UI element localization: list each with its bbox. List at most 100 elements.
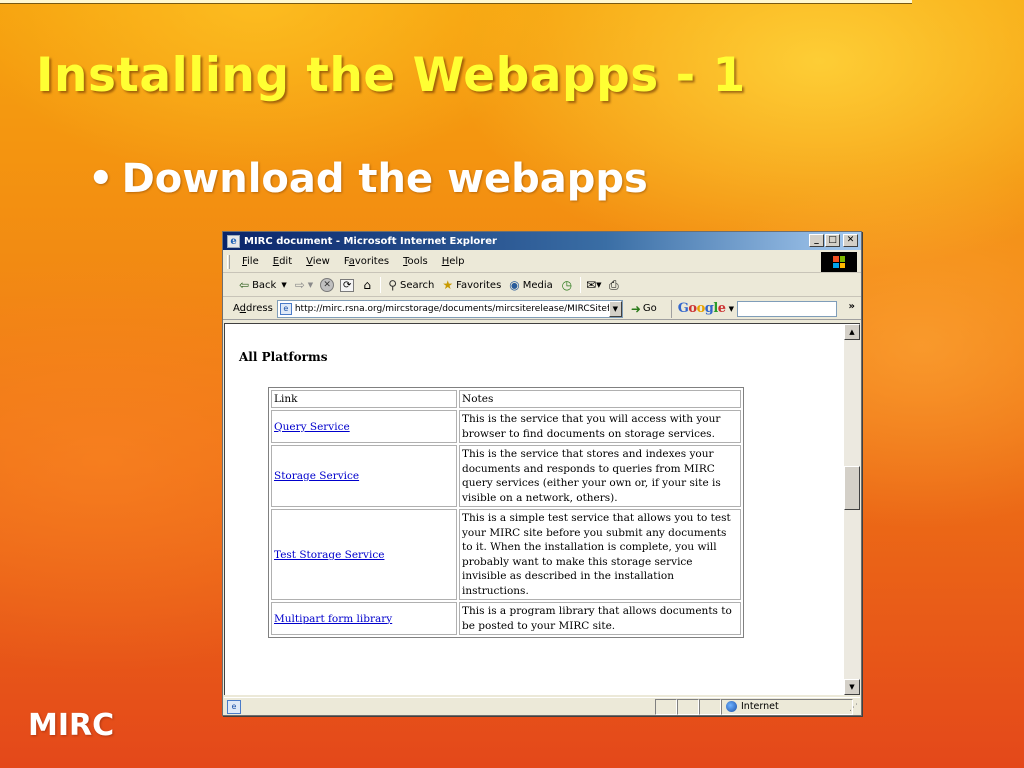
notes-cell: This is a simple test service that allow…	[459, 509, 741, 601]
menu-tools[interactable]: Tools	[396, 256, 435, 267]
link-cell: Storage Service	[271, 445, 457, 508]
google-toolbar: Google ▼	[670, 299, 837, 318]
close-button[interactable]: ✕	[843, 234, 858, 247]
scroll-down-button[interactable]: ▼	[844, 679, 860, 695]
back-button[interactable]: ⇦ Back ▼	[235, 275, 291, 295]
search-button[interactable]: ⚲ Search	[384, 275, 438, 295]
toolbar-overflow-chevron-icon[interactable]: »	[849, 301, 855, 312]
back-arrow-icon: ⇦	[239, 278, 250, 292]
test-storage-service-link[interactable]: Test Storage Service	[274, 549, 384, 561]
address-label: Address	[233, 303, 273, 314]
toolbar-separator	[380, 277, 382, 293]
column-header-link: Link	[271, 390, 457, 409]
status-pane	[655, 698, 677, 715]
menu-favorites[interactable]: Favorites	[337, 256, 396, 267]
standard-toolbar: ⇦ Back ▼ ⇨ ▼ ✕ ⟳ ⌂ ⚲ Search ★ Favorites …	[223, 274, 861, 297]
google-dropdown-icon[interactable]: ▼	[729, 305, 734, 313]
mail-icon: ✉	[586, 278, 597, 292]
link-cell: Multipart form library	[271, 602, 457, 636]
status-pane	[677, 698, 699, 715]
back-label: Back	[252, 279, 277, 291]
status-page-icon: e	[227, 699, 241, 714]
mail-dropdown-icon: ▼	[596, 281, 602, 289]
menu-view[interactable]: View	[299, 256, 337, 267]
table-row: Storage Service This is the service that…	[271, 445, 741, 508]
google-search-input[interactable]	[736, 300, 837, 317]
menu-help[interactable]: Help	[435, 256, 472, 267]
query-service-link[interactable]: Query Service	[274, 421, 350, 433]
vertical-scrollbar[interactable]: ▲ ▼	[844, 324, 860, 695]
security-zone-label: Internet	[741, 701, 779, 712]
media-icon: ◉	[509, 278, 520, 292]
storage-service-link[interactable]: Storage Service	[274, 470, 359, 482]
google-logo[interactable]: Google	[678, 301, 726, 316]
print-icon: ⎙	[609, 277, 619, 292]
slide-title: Installing the Webapps - 1	[36, 48, 746, 103]
page-icon: e	[279, 302, 292, 315]
close-icon: ✕	[846, 235, 855, 245]
ie-logo-icon[interactable]: e	[227, 234, 240, 248]
multipart-form-library-link[interactable]: Multipart form library	[274, 613, 392, 625]
address-input[interactable]: e http://mirc.rsna.org/mircstorage/docum…	[276, 299, 623, 318]
status-bar: e Internet ⋰	[224, 697, 860, 715]
bullet-item: • Download the webapps	[88, 156, 648, 202]
toolbar-separator	[579, 277, 581, 293]
stop-button[interactable]: ✕	[318, 276, 336, 294]
throbber	[821, 252, 857, 272]
forward-arrow-icon: ⇨	[294, 278, 305, 292]
mail-button[interactable]: ✉ ▼	[585, 276, 603, 294]
slide-top-line	[0, 0, 912, 4]
footer-brand: MIRC	[28, 708, 115, 743]
windows-logo-icon	[833, 256, 845, 268]
history-icon: ◷	[561, 278, 573, 292]
notes-cell: This is the service that you will access…	[459, 410, 741, 444]
minimize-button[interactable]: _	[809, 234, 824, 247]
menu-bar: File Edit View Favorites Tools Help	[223, 251, 861, 273]
media-label: Media	[522, 279, 553, 291]
table-header-row: Link Notes	[271, 390, 741, 409]
menu-file[interactable]: File	[235, 256, 266, 267]
table-row: Multipart form library This is a program…	[271, 602, 741, 636]
menu-edit[interactable]: Edit	[266, 256, 299, 267]
refresh-icon: ⟳	[339, 278, 355, 292]
scroll-down-arrow-icon: ▼	[849, 683, 855, 691]
history-button[interactable]: ◷	[558, 276, 576, 294]
window-controls: _ □ ✕	[809, 234, 858, 247]
go-arrow-icon: ➜	[630, 301, 641, 316]
scroll-thumb[interactable]	[844, 466, 860, 510]
address-dropdown-icon[interactable]: ▼	[608, 300, 622, 317]
go-label: Go	[642, 303, 657, 314]
toolbar-grip[interactable]	[227, 255, 230, 269]
notes-cell: This is a program library that allows do…	[459, 602, 741, 636]
home-button[interactable]: ⌂	[358, 276, 376, 294]
home-icon: ⌂	[363, 278, 371, 292]
print-button[interactable]: ⎙	[605, 276, 623, 294]
minimize-icon: _	[814, 235, 819, 245]
notes-cell: This is the service that stores and inde…	[459, 445, 741, 508]
scroll-up-arrow-icon: ▲	[849, 328, 855, 336]
forward-button[interactable]: ⇨ ▼	[291, 275, 317, 295]
browser-window: e MIRC document - Microsoft Internet Exp…	[222, 231, 862, 716]
scroll-up-button[interactable]: ▲	[844, 324, 860, 340]
title-bar[interactable]: e MIRC document - Microsoft Internet Exp…	[223, 232, 861, 250]
link-cell: Query Service	[271, 410, 457, 444]
back-dropdown-icon[interactable]: ▼	[281, 281, 286, 289]
go-button[interactable]: ➜ Go	[631, 302, 657, 316]
refresh-button[interactable]: ⟳	[338, 276, 356, 294]
internet-globe-icon	[726, 701, 737, 712]
address-bar: Address e http://mirc.rsna.org/mircstora…	[223, 298, 861, 320]
link-cell: Test Storage Service	[271, 509, 457, 601]
table-row: Test Storage Service This is a simple te…	[271, 509, 741, 601]
table-row: Query Service This is the service that y…	[271, 410, 741, 444]
maximize-button[interactable]: □	[825, 234, 840, 247]
search-icon: ⚲	[388, 278, 397, 292]
search-label: Search	[399, 279, 435, 291]
address-url: http://mirc.rsna.org/mircstorage/documen…	[294, 303, 609, 314]
media-button[interactable]: ◉ Media	[505, 275, 557, 295]
downloads-table: Link Notes Query Service This is the ser…	[268, 387, 744, 639]
resize-grip-icon[interactable]: ⋰	[849, 703, 858, 713]
bullet-text: Download the webapps	[121, 156, 648, 202]
forward-dropdown-icon[interactable]: ▼	[308, 281, 313, 289]
stop-icon: ✕	[320, 278, 335, 292]
favorites-button[interactable]: ★ Favorites	[438, 275, 505, 295]
